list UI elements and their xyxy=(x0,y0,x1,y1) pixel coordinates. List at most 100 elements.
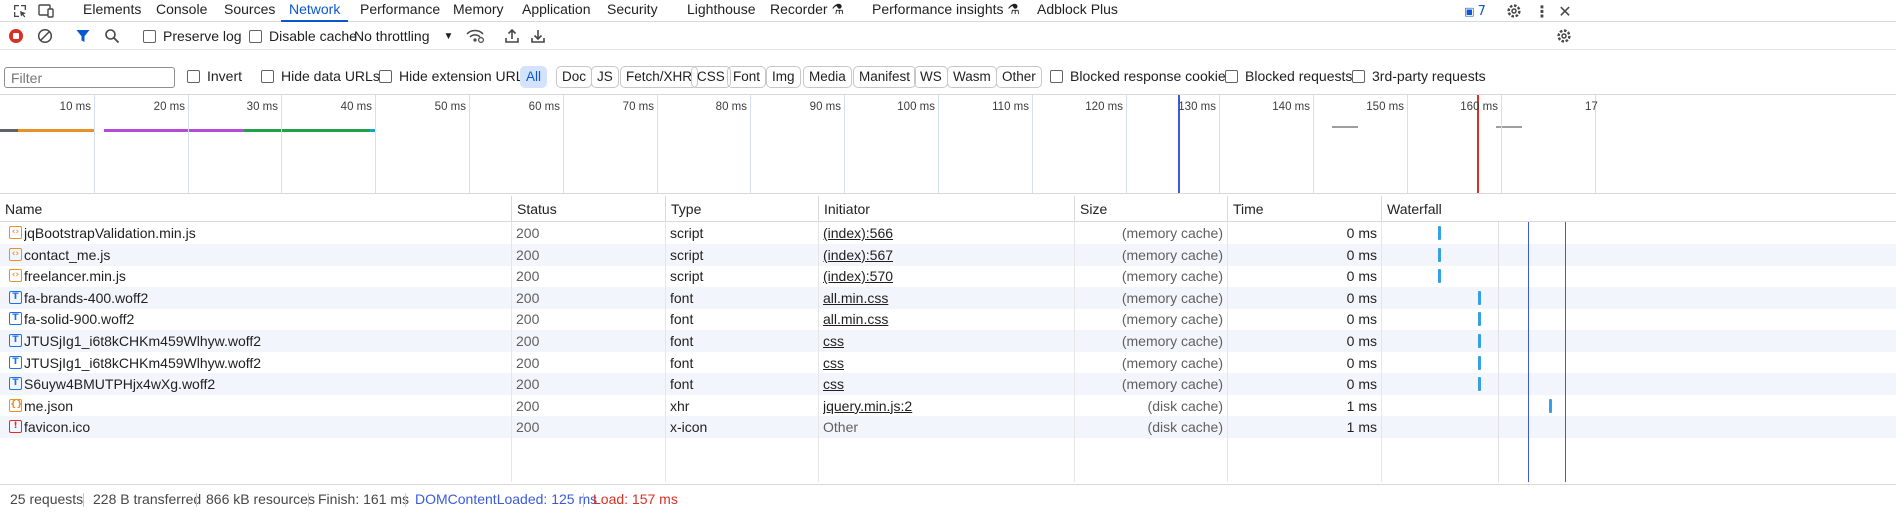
throttling-value: No throttling xyxy=(354,28,430,44)
more-options-icon[interactable]: ⋮ xyxy=(1532,2,1552,21)
column-header-type[interactable]: Type xyxy=(665,196,819,222)
blocked-requests-box[interactable] xyxy=(1225,69,1238,83)
type-filter-font[interactable]: Font xyxy=(727,66,767,88)
third-party-requests-checkbox[interactable]: 3rd-party requests xyxy=(1352,66,1486,86)
blocked-response-cookies-box[interactable] xyxy=(1050,69,1063,83)
timeline-tick-label: 20 ms xyxy=(153,101,185,113)
hide-data-urls-label: Hide data URLs xyxy=(281,68,380,84)
tab-sources[interactable]: Sources xyxy=(224,0,275,22)
status-transferred: 228 B transferred xyxy=(93,491,202,507)
column-header-initiator[interactable]: Initiator xyxy=(818,196,1075,222)
issues-counter[interactable]: ▣ 7 xyxy=(1460,2,1490,20)
disable-cache-checkbox[interactable]: Disable cache xyxy=(249,26,357,46)
type-filter-css[interactable]: CSS xyxy=(691,66,731,88)
timeline-tick-label: 110 ms xyxy=(992,101,1029,113)
timeline-segment xyxy=(1332,126,1358,128)
filter-funnel-icon[interactable] xyxy=(75,26,91,46)
type-filter-other[interactable]: Other xyxy=(996,66,1042,88)
type-filter-all[interactable]: All xyxy=(520,66,548,88)
type-filter-ws[interactable]: WS xyxy=(914,66,948,88)
column-divider[interactable] xyxy=(1074,222,1075,482)
table-row[interactable]: {} me.json 200 xhr jquery.min.js:2 (disk cach… xyxy=(0,395,1896,417)
xhr-icon: {} xyxy=(9,398,23,412)
blocked-requests-checkbox[interactable]: Blocked requests xyxy=(1225,66,1352,86)
type-filter-wasm[interactable]: Wasm xyxy=(947,66,997,88)
filter-input[interactable] xyxy=(4,67,175,88)
tab-recorder[interactable]: Recorder ⚗ xyxy=(770,0,844,22)
hide-extension-urls-box[interactable] xyxy=(379,69,392,83)
throttling-select[interactable]: No throttling ▼ xyxy=(354,26,453,46)
search-icon[interactable] xyxy=(104,26,120,46)
blocked-response-cookies-checkbox[interactable]: Blocked response cookies xyxy=(1050,66,1233,86)
invert-checkbox[interactable]: Invert xyxy=(187,66,242,86)
column-divider[interactable] xyxy=(1381,222,1382,482)
timeline-gridline xyxy=(1126,95,1127,193)
network-settings-gear-icon[interactable] xyxy=(1556,26,1572,46)
tab-security[interactable]: Security xyxy=(607,0,658,22)
table-row[interactable]: ‹› jqBootstrapValidation.min.js 200 script(… xyxy=(0,222,1896,244)
tab-application[interactable]: Application xyxy=(522,0,591,22)
column-divider[interactable] xyxy=(818,222,819,482)
table-row[interactable]: Tfa-solid-900.woff2 200 font all.min.css (me… xyxy=(0,308,1896,330)
hide-data-urls-checkbox[interactable]: Hide data URLs xyxy=(261,66,380,86)
column-divider[interactable] xyxy=(511,222,512,482)
type-filter-img[interactable]: Img xyxy=(766,66,801,88)
import-har-icon[interactable] xyxy=(504,26,520,46)
type-filter-js[interactable]: JS xyxy=(591,66,619,88)
tab-performance-insights[interactable]: Performance insights ⚗ xyxy=(872,0,1020,22)
third-party-requests-box[interactable] xyxy=(1352,69,1365,83)
preserve-log-checkbox[interactable]: Preserve log xyxy=(143,26,242,46)
column-header-time[interactable]: Time xyxy=(1227,196,1382,222)
table-row[interactable]: ‹› freelancer.min.js 200 script (index):570(… xyxy=(0,265,1896,287)
column-divider[interactable] xyxy=(665,222,666,482)
export-har-icon[interactable] xyxy=(530,26,546,46)
column-header-waterfall[interactable]: Waterfall xyxy=(1381,196,1896,222)
table-row[interactable]: T JTUSjIg1_i6t8kCHKm459Wlhyw.woff2 200 font… xyxy=(0,330,1896,352)
tab-performance[interactable]: Performance xyxy=(360,0,440,22)
type-filter-media[interactable]: Media xyxy=(803,66,852,88)
tab-elements[interactable]: Elements xyxy=(83,0,141,22)
tab-console[interactable]: Console xyxy=(156,0,207,22)
timeline-tick-label: 100 ms xyxy=(897,101,935,113)
status-separator xyxy=(583,493,584,507)
table-row[interactable]: Tfa-brands-400.woff2 200 font all.min.css (m… xyxy=(0,286,1896,309)
timeline-tick-label: 17 xyxy=(1585,101,1598,113)
network-conditions-icon[interactable] xyxy=(466,26,484,46)
font-icon: T xyxy=(9,312,22,326)
clear-log-icon[interactable] xyxy=(37,26,53,46)
tab-adblock-plus[interactable]: Adblock Plus xyxy=(1037,0,1118,22)
settings-gear-icon[interactable] xyxy=(1504,2,1524,20)
overview-timeline[interactable]: 10 ms 20 ms 30 ms 40 ms 50 ms 60 ms 70 ms 80 ms… xyxy=(0,94,1896,194)
tab-performance-insights-label: Performance insights xyxy=(872,1,1004,17)
type-filter-doc[interactable]: Doc xyxy=(556,66,593,88)
invert-box[interactable] xyxy=(187,69,200,83)
column-header-size[interactable]: Size xyxy=(1074,196,1228,222)
table-row[interactable]: ‹› contact_me.js 200 script (index):567 (memo… xyxy=(0,243,1896,266)
timeline-tick-label: 60 ms xyxy=(528,101,560,113)
table-row[interactable]: T JTUSjIg1_i6t8kCHKm459Wlhyw.woff2 200 font… xyxy=(0,352,1896,374)
close-devtools-icon[interactable]: ✕ xyxy=(1555,2,1575,21)
table-row[interactable]: ! favicon.ico 200 x-icon Other (disk cache) 1 … xyxy=(0,416,1896,439)
request-name[interactable]: favicon.ico xyxy=(24,416,506,442)
record-stop-icon[interactable] xyxy=(8,26,24,46)
column-header-name[interactable]: Name xyxy=(0,196,512,222)
column-divider[interactable] xyxy=(1227,222,1228,482)
tab-memory[interactable]: Memory xyxy=(453,0,504,22)
timeline-gridline xyxy=(94,95,95,193)
font-icon: T xyxy=(9,334,22,347)
hide-extension-urls-checkbox[interactable]: Hide extension URLs xyxy=(379,66,531,86)
hide-data-urls-box[interactable] xyxy=(261,69,274,83)
column-header-status[interactable]: Status xyxy=(511,196,666,222)
tab-lighthouse[interactable]: Lighthouse xyxy=(687,0,756,22)
inspect-element-icon[interactable] xyxy=(10,2,30,20)
tab-network[interactable]: Network xyxy=(281,0,349,22)
table-row[interactable]: T S6uyw4BMUTPHjx4wXg.woff2 200 font css (memo… xyxy=(0,373,1896,396)
device-toolbar-icon[interactable] xyxy=(36,2,56,20)
preserve-log-box[interactable] xyxy=(143,29,156,43)
type-filter-fetch-xhr[interactable]: Fetch/XHR xyxy=(620,66,699,88)
request-type: x-icon xyxy=(670,419,708,436)
type-filter-manifest[interactable]: Manifest xyxy=(853,66,917,88)
waterfall-bar xyxy=(1478,290,1481,305)
disable-cache-box[interactable] xyxy=(249,29,262,43)
blocked-response-cookies-label: Blocked response cookies xyxy=(1070,68,1233,84)
